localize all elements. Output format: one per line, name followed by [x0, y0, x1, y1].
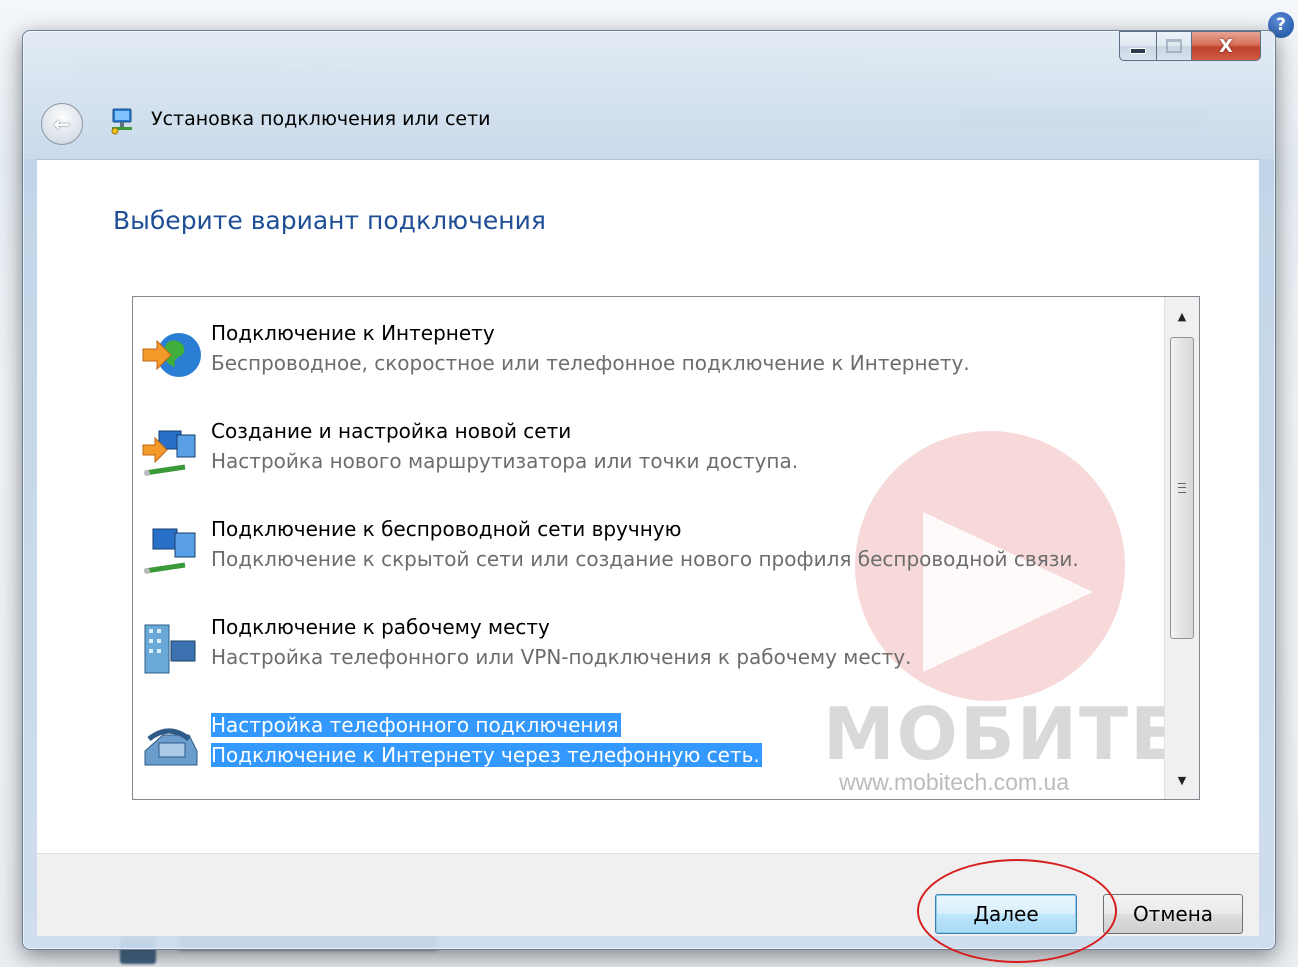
- option-wireless-manual[interactable]: Подключение к беспроводной сети вручную …: [137, 517, 1157, 597]
- option-description: Подключение к Интернету через телефонную…: [211, 743, 762, 767]
- content-area: Выберите вариант подключения МОБИТЕК www…: [37, 159, 1259, 854]
- workplace-icon: [144, 624, 196, 674]
- option-title: Создание и настройка новой сети: [211, 419, 572, 443]
- new-network-icon: [142, 430, 196, 476]
- globe-icon: [142, 333, 201, 377]
- setup-connection-dialog: X ← Установка подключения или сети Выбер…: [22, 30, 1276, 963]
- scroll-grip-icon: [1178, 483, 1186, 493]
- dialog-glass-frame: [23, 31, 1275, 159]
- option-title: Подключение к беспроводной сети вручную: [211, 517, 682, 541]
- option-internet[interactable]: Подключение к Интернету Беспроводное, ск…: [137, 321, 1157, 401]
- option-description: Подключение к скрытой сети или создание …: [211, 547, 1079, 571]
- scroll-up-arrow-icon[interactable]: ▲: [1165, 299, 1199, 333]
- dialog-title: Установка подключения или сети: [151, 108, 491, 130]
- scroll-thumb[interactable]: [1170, 337, 1194, 639]
- highlight-annotation: [917, 859, 1117, 963]
- cancel-button[interactable]: Отмена: [1103, 894, 1243, 934]
- option-description: Настройка нового маршрутизатора или точк…: [211, 449, 799, 473]
- option-workplace[interactable]: Подключение к рабочему месту Настройка т…: [137, 615, 1157, 695]
- minimize-button[interactable]: [1119, 31, 1157, 61]
- option-title: Настройка телефонного подключения: [211, 713, 621, 737]
- caption-buttons: X: [1119, 31, 1261, 61]
- option-description: Беспроводное, скоростное или телефонное …: [211, 351, 970, 375]
- telephone-icon: [144, 728, 198, 766]
- maximize-icon: [1166, 39, 1182, 53]
- back-button[interactable]: ←: [41, 103, 83, 145]
- scroll-down-arrow-icon[interactable]: ▼: [1165, 763, 1199, 797]
- network-setup-icon: [111, 108, 132, 135]
- page-heading: Выберите вариант подключения: [113, 206, 546, 235]
- maximize-button: [1156, 31, 1192, 61]
- dialog-footer: Далее Отмена: [37, 853, 1259, 963]
- option-dialup[interactable]: Настройка телефонного подключения Подклю…: [137, 713, 1157, 793]
- option-title: Подключение к Интернету: [211, 321, 495, 345]
- close-icon: X: [1219, 35, 1233, 57]
- connection-options-list[interactable]: МОБИТЕК www.mobitech.com.ua Подключение …: [132, 296, 1200, 800]
- option-new-network[interactable]: Создание и настройка новой сети Настройк…: [137, 419, 1157, 499]
- option-description: Настройка телефонного или VPN-подключени…: [211, 645, 912, 669]
- wireless-network-icon: [144, 528, 196, 574]
- list-scrollbar[interactable]: ▲ ▼: [1164, 297, 1199, 799]
- option-title: Подключение к рабочему месту: [211, 615, 550, 639]
- close-button[interactable]: X: [1191, 31, 1261, 61]
- minimize-icon: [1130, 48, 1146, 54]
- back-arrow-icon: ←: [53, 112, 71, 136]
